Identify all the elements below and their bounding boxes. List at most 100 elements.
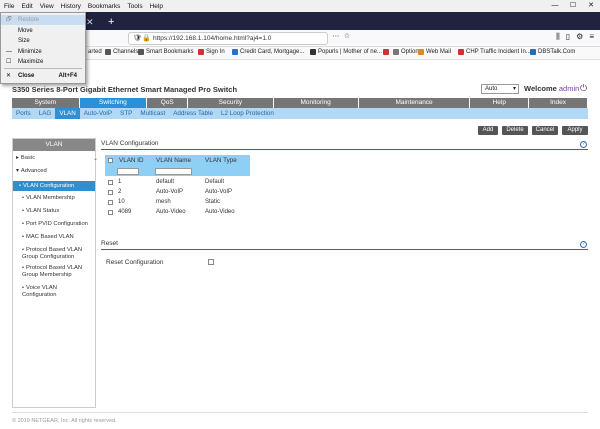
tab-security[interactable]: Security: [188, 98, 274, 108]
subtab-l2-loop-protection[interactable]: L2 Loop Protection: [217, 108, 278, 119]
tab-monitoring[interactable]: Monitoring: [274, 98, 359, 108]
sysmenu-minimize[interactable]: — Minimize: [1, 47, 85, 57]
row-checkbox[interactable]: [108, 189, 113, 195]
minimize-window-button[interactable]: —: [546, 0, 564, 12]
sysmenu-maximize[interactable]: ☐ Maximize: [1, 57, 85, 67]
bookmark-icon: [310, 49, 316, 55]
vlan-name-cell: default: [156, 179, 175, 185]
reset-configuration-checkbox[interactable]: [208, 259, 214, 265]
side-item-basic[interactable]: ▸ Basic: [13, 155, 95, 162]
row-checkbox[interactable]: [108, 209, 113, 215]
sysmenu-close[interactable]: ✕ Close Alt+F4: [1, 71, 85, 81]
subtab-stp[interactable]: STP: [116, 108, 136, 119]
vlan-name-input[interactable]: [155, 168, 192, 175]
tab-system[interactable]: System: [12, 98, 80, 108]
side-item-label: Advanced: [20, 168, 47, 174]
vlan-type-cell: Static: [205, 199, 221, 205]
subtab-auto-voip[interactable]: Auto-VoIP: [80, 108, 116, 119]
bookmark-item[interactable]: DBSTalk.Com: [530, 49, 575, 55]
collapse-chevron-icon[interactable]: ⌄: [93, 155, 98, 162]
vlan-id-cell: 2: [118, 189, 122, 195]
tab-maintenance[interactable]: Maintenance: [359, 98, 471, 108]
side-item-vlan-status[interactable]: • VLAN Status: [13, 208, 95, 215]
row-checkbox[interactable]: [108, 179, 113, 185]
subtab-address-table[interactable]: Address Table: [169, 108, 217, 119]
restore-window-button[interactable]: ☐: [564, 0, 582, 12]
window-controls: — ☐ ✕: [546, 0, 600, 12]
cancel-button[interactable]: Cancel: [532, 126, 558, 135]
menu-edit[interactable]: Edit: [21, 3, 32, 10]
bookmark-item[interactable]: Channels: [105, 49, 138, 55]
sidebar-icon[interactable]: ▯: [566, 32, 570, 42]
side-item-label: MAC Based VLAN: [26, 234, 74, 240]
side-item-bullet: •: [22, 221, 25, 227]
tab-qos[interactable]: QoS: [147, 98, 189, 108]
tab-strip: ✕ +: [0, 12, 600, 30]
subtab-ports[interactable]: Ports: [12, 108, 35, 119]
bookmark-star-icon[interactable]: ☆: [343, 32, 351, 40]
row-checkbox[interactable]: [108, 199, 113, 205]
extension-icon[interactable]: ⚙: [576, 32, 583, 42]
bookmark-item[interactable]: Web Mail: [418, 49, 451, 55]
more-icon[interactable]: ⋯: [332, 32, 340, 40]
bookmark-item[interactable]: Popurls | Mother of ne...: [310, 49, 382, 55]
logout-icon[interactable]: ⏻: [580, 83, 587, 94]
side-item-protocol-based-vlan-group-membership[interactable]: • Protocol Based VLAN Group Membership: [13, 265, 95, 279]
side-item-label: Basic: [20, 155, 36, 161]
side-item-advanced[interactable]: ▾ Advanced: [13, 168, 95, 175]
menu-view[interactable]: View: [40, 3, 54, 10]
menu-history[interactable]: History: [61, 3, 81, 10]
vlan-table-header: VLAN ID VLAN Name VLAN Type: [105, 155, 250, 166]
side-item-bullet: •: [22, 234, 25, 240]
refresh-select[interactable]: Auto ▾: [481, 84, 519, 94]
help-icon[interactable]: ?: [580, 141, 587, 148]
menu-bookmarks[interactable]: Bookmarks: [88, 3, 121, 10]
help-icon[interactable]: ?: [580, 241, 587, 248]
tab-help[interactable]: Help: [470, 98, 530, 108]
delete-button[interactable]: Delete: [502, 126, 528, 135]
new-tab-button[interactable]: +: [108, 14, 114, 30]
window-system-menu: 🗗 Restore Move Size — Minimize ☐ Maximize ✕ Close…: [0, 12, 86, 84]
bookmark-item[interactable]: Smart Bookmarks: [138, 49, 194, 55]
menu-icon[interactable]: ≡: [589, 32, 594, 42]
toolbar-icons: ⫼ ▯ ⚙ ≡: [556, 32, 594, 42]
side-item-mac-based-vlan[interactable]: • MAC Based VLAN: [13, 234, 95, 241]
bookmark-item[interactable]: Sign In: [198, 49, 225, 55]
side-item-protocol-based-vlan-group-configuration[interactable]: • Protocol Based VLAN Group Configuration: [13, 247, 95, 261]
subtab-lag[interactable]: LAG: [35, 108, 56, 119]
tab-switching[interactable]: Switching: [79, 98, 148, 108]
bookmark-item[interactable]: [383, 49, 389, 55]
side-item-vlan-configuration[interactable]: • VLAN Configuration: [13, 181, 95, 191]
side-item-bullet: •: [22, 208, 25, 214]
bookmark-item[interactable]: Credit Card, Mortgage...: [232, 49, 304, 55]
close-window-button[interactable]: ✕: [582, 0, 600, 12]
shortcut-label: Alt+F4: [58, 73, 77, 79]
sysmenu-separator: [4, 68, 82, 69]
side-item-vlan-membership[interactable]: • VLAN Membership: [13, 195, 95, 202]
url-bar[interactable]: 🛡 🔒 https://192.168.1.104/home.html?aj4=…: [128, 32, 328, 45]
bookmark-icon: [383, 49, 389, 55]
select-all-checkbox[interactable]: [108, 158, 113, 163]
sysmenu-size[interactable]: Size: [1, 36, 85, 46]
subtab-multicast[interactable]: Multicast: [136, 108, 169, 119]
lock-warning-icon[interactable]: 🔒: [142, 33, 151, 44]
library-icon[interactable]: ⫼: [556, 32, 560, 42]
shield-icon[interactable]: 🛡: [133, 33, 142, 44]
subtab-vlan[interactable]: VLAN: [55, 108, 80, 119]
tab-index[interactable]: Index: [529, 98, 588, 108]
side-item-port-pvid-configuration[interactable]: • Port PVID Configuration: [13, 221, 95, 228]
vlan-table-input-row: [105, 166, 250, 176]
apply-button[interactable]: Apply: [562, 126, 588, 135]
add-button[interactable]: Add: [478, 126, 498, 135]
menu-tools[interactable]: Tools: [127, 3, 142, 10]
vlan-configuration-title: VLAN Configuration: [101, 140, 159, 147]
side-item-voice-vlan-configuration[interactable]: • Voice VLAN Configuration: [13, 285, 95, 299]
menu-file[interactable]: File: [4, 3, 14, 10]
sysmenu-move[interactable]: Move: [1, 26, 85, 36]
bookmark-item[interactable]: CHP Traffic Incident In...: [458, 49, 531, 55]
bookmark-label: arted: [88, 49, 102, 55]
vlan-id-input[interactable]: [117, 168, 139, 175]
browser-menubar: File Edit View History Bookmarks Tools Help: [0, 0, 600, 12]
close-tab-icon[interactable]: ✕: [86, 14, 106, 30]
menu-help[interactable]: Help: [150, 3, 163, 10]
